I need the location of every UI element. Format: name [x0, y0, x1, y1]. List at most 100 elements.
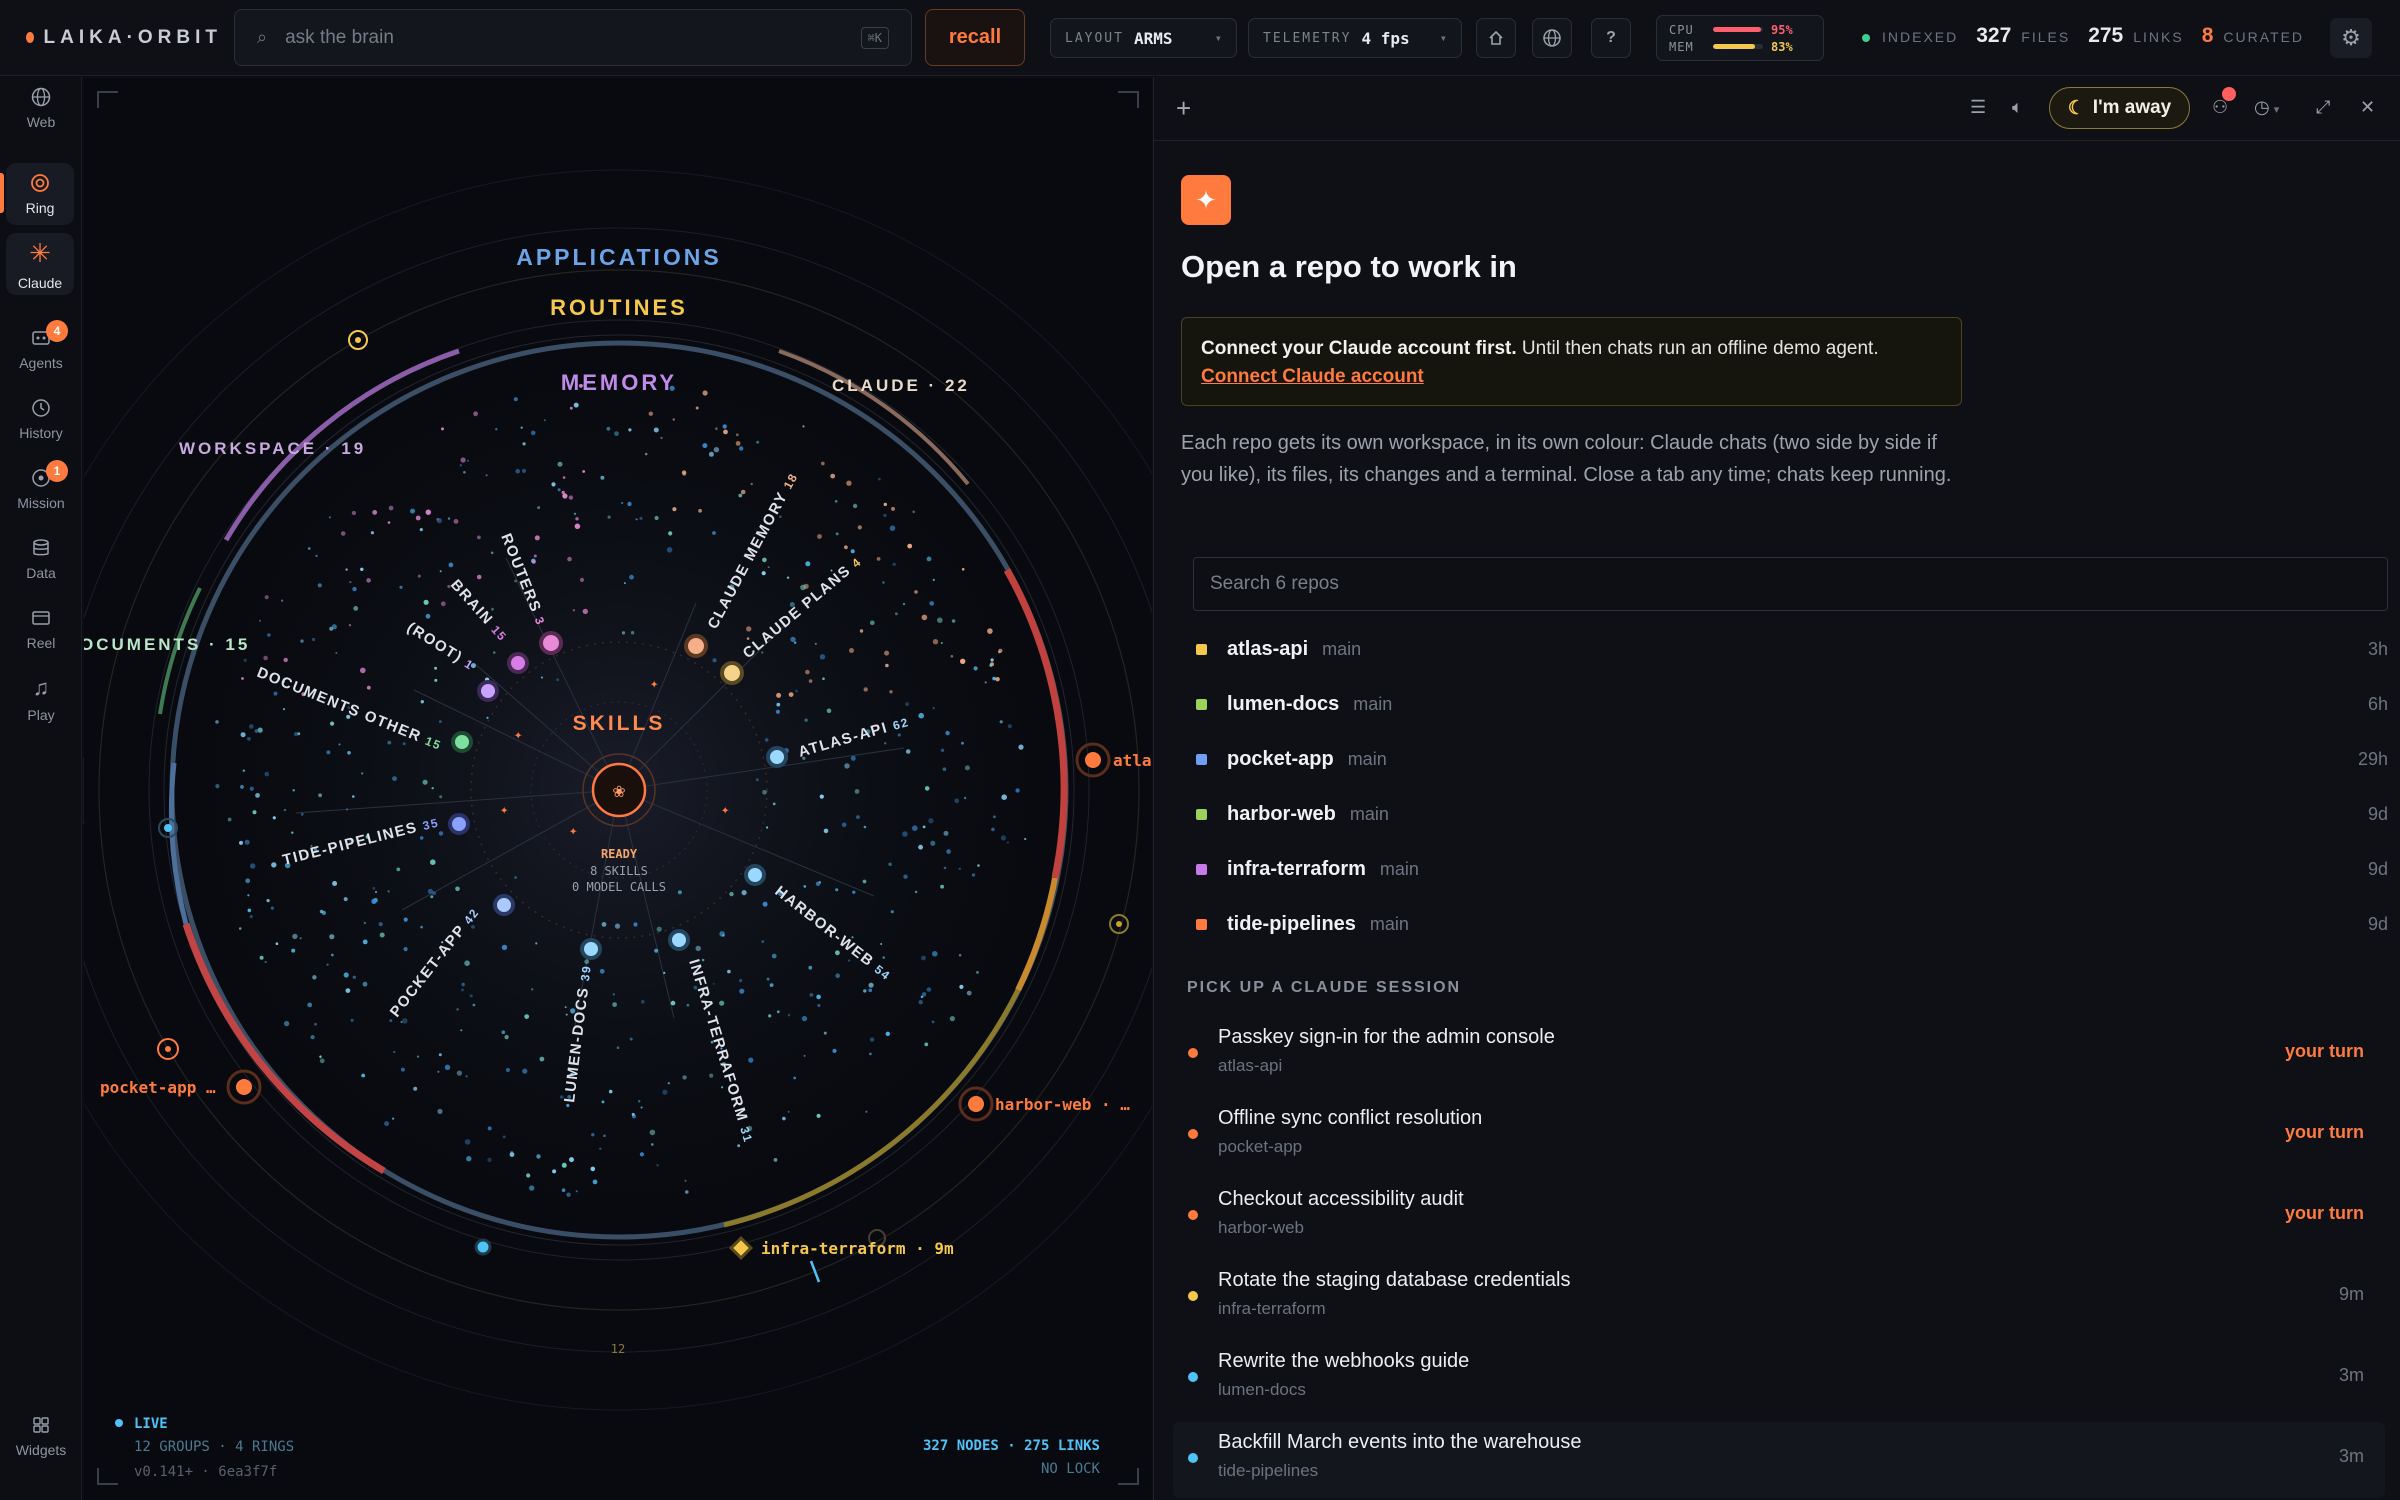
session-item[interactable]: Rotate the staging database credentials i… — [1173, 1260, 2385, 1336]
file-node-dot — [505, 1068, 510, 1072]
file-node-dot — [848, 959, 851, 962]
orbit-marker — [165, 1046, 171, 1052]
file-node-dot — [667, 1082, 670, 1085]
file-node-dot — [639, 1152, 645, 1157]
repo-item[interactable]: tide-pipelines main 9d — [1193, 899, 2388, 949]
search-input[interactable] — [285, 26, 861, 49]
file-node-dot — [999, 720, 1003, 724]
arm-node-routers[interactable] — [539, 631, 563, 655]
repo-item[interactable]: atlas-api main 3h — [1193, 624, 2388, 674]
brain-search[interactable]: ⌕ ⌘K — [234, 9, 912, 66]
file-node-dot — [592, 1179, 598, 1185]
rail-item-play[interactable]: ♫ Play — [0, 668, 82, 730]
file-node-dot — [918, 1000, 923, 1005]
layer-label-memory: MEMORY — [561, 370, 677, 395]
file-node-dot — [282, 708, 286, 711]
file-node-dot — [402, 1018, 408, 1024]
arm-node-infra-terraform[interactable] — [668, 929, 690, 951]
recall-button[interactable]: recall — [925, 9, 1025, 66]
settings-button[interactable]: ⚙ — [2330, 18, 2372, 58]
file-node-dot — [761, 571, 766, 576]
rail-item-ring[interactable]: Ring — [6, 163, 74, 225]
close-button[interactable]: ✕ — [2360, 97, 2375, 118]
repo-item[interactable]: infra-terraform main 9d — [1193, 844, 2388, 894]
new-tab-button[interactable]: + — [1176, 93, 1191, 124]
file-node-dot — [267, 633, 271, 637]
telemetry-select[interactable]: TELEMETRY 4 fps ▾ — [1248, 18, 1462, 58]
file-node-dot — [537, 506, 541, 510]
core-title: SKILLS — [573, 712, 666, 735]
help-button[interactable]: ? — [1591, 18, 1631, 58]
layout-select[interactable]: LAYOUT ARMS ▾ — [1050, 18, 1237, 58]
repo-search-input[interactable] — [1193, 557, 2388, 611]
ring-icon — [31, 174, 49, 192]
file-node-dot — [456, 1070, 462, 1076]
rail-item-agents[interactable]: Agents 4 — [0, 318, 82, 380]
file-node-dot — [591, 1133, 595, 1137]
rail-item-mission[interactable]: Mission 1 — [0, 458, 82, 520]
session-item[interactable]: Rewrite the webhooks guide lumen-docs 3m — [1173, 1341, 2385, 1417]
arm-node-atlas-api[interactable] — [766, 746, 788, 768]
file-node-dot — [767, 566, 770, 569]
satellite-pocket-app[interactable] — [236, 1079, 252, 1095]
plus-icon: + — [1176, 93, 1192, 123]
account-button[interactable]: ⚇ — [2212, 87, 2236, 118]
ring-visualization[interactable]: ❀ ✦ ✦ ✦ ✦ ✦ APPLICATIONS ROUTINES MEMORY WOR… — [84, 78, 1152, 1500]
file-node-dot — [441, 427, 444, 431]
rail-item-data[interactable]: Data — [0, 528, 82, 590]
home-button[interactable] — [1476, 18, 1516, 58]
file-node-dot — [932, 951, 938, 957]
file-node-dot — [599, 1147, 602, 1151]
file-node-dot — [438, 831, 444, 836]
rail-label: Play — [27, 707, 55, 723]
expand-button[interactable]: ⤢ — [2316, 97, 2330, 118]
file-node-dot — [349, 581, 352, 584]
app-logo[interactable]: LAIKA·ORBIT — [26, 27, 222, 49]
globe-button[interactable] — [1532, 18, 1572, 58]
arm-node-pocket-app[interactable] — [493, 894, 515, 916]
session-item[interactable]: Backfill March events into the warehouse… — [1173, 1422, 2385, 1498]
history-button[interactable]: ◷ ▾ — [2254, 97, 2279, 118]
file-node-dot — [943, 830, 949, 836]
arm-node-lumen-docs[interactable] — [580, 938, 602, 960]
repo-name: infra-terraform — [1227, 857, 1366, 880]
file-node-dot — [315, 554, 318, 557]
satellite-harbor-web[interactable] — [968, 1096, 984, 1112]
repo-item[interactable]: harbor-web main 9d — [1193, 789, 2388, 839]
connect-claude-link[interactable]: Connect Claude account — [1201, 366, 1424, 387]
file-node-dot — [748, 1057, 754, 1063]
file-node-dot — [361, 1073, 366, 1078]
rail-item-history[interactable]: History — [0, 388, 82, 450]
repo-item[interactable]: pocket-app main 29h — [1193, 734, 2388, 784]
file-node-dot — [318, 793, 322, 798]
file-node-dot — [885, 663, 889, 668]
rail-item-reel[interactable]: Reel — [0, 598, 82, 660]
satellite-atlas[interactable] — [1085, 752, 1101, 768]
file-node-dot — [905, 749, 911, 754]
file-node-dot — [601, 922, 607, 927]
file-node-dot — [924, 786, 930, 791]
file-node-dot — [526, 1173, 531, 1178]
rail-item-web[interactable]: Web — [0, 77, 82, 139]
session-item[interactable]: Checkout accessibility audit harbor-web yo… — [1173, 1179, 2385, 1255]
sound-button[interactable]: 🔈︎ — [2012, 97, 2023, 118]
session-item[interactable]: Offline sync conflict resolution pocket-a… — [1173, 1098, 2385, 1174]
arm-node-claude-plans[interactable] — [720, 661, 744, 685]
list-button[interactable]: ☰ — [1970, 97, 1986, 118]
arm-node-documents-other[interactable] — [451, 731, 473, 753]
arm-node-brain[interactable] — [507, 652, 529, 674]
file-node-dot — [804, 718, 808, 722]
chevron-down-icon: ▾ — [1214, 31, 1222, 45]
arm-node-claude-memory[interactable] — [684, 634, 708, 658]
svg-text:✦: ✦ — [514, 727, 523, 743]
rail-item-widgets[interactable]: Widgets — [0, 1405, 82, 1467]
arm-node-tide-pipelines[interactable] — [448, 813, 470, 835]
arm-node-harbor-web[interactable] — [744, 864, 766, 886]
file-node-dot — [439, 795, 443, 799]
session-item[interactable]: Passkey sign-in for the admin console atl… — [1173, 1017, 2385, 1093]
file-node-dot — [695, 945, 701, 952]
repo-item[interactable]: lumen-docs main 6h — [1193, 679, 2388, 729]
rail-item-claude[interactable]: ✳ Claude — [6, 233, 74, 295]
arm-node-root[interactable] — [477, 680, 499, 702]
away-toggle[interactable]: ☾ I'm away — [2049, 87, 2190, 129]
